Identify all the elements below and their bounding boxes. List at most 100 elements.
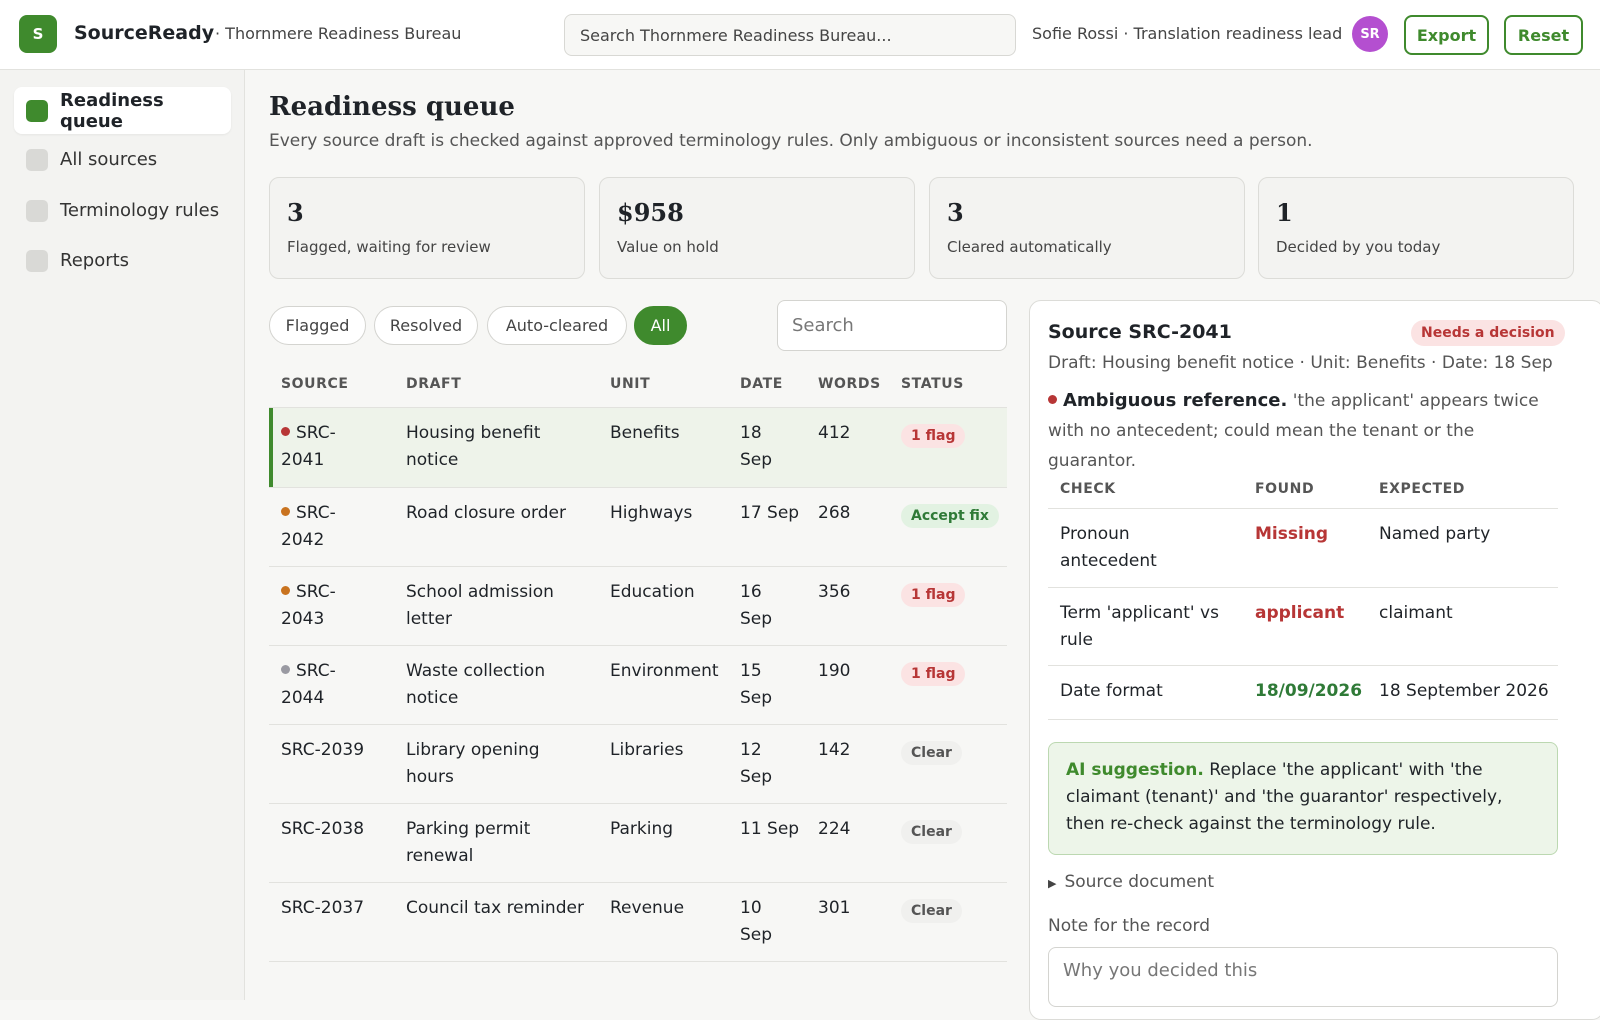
table-row[interactable]: SRC- 2044 Waste collection notice Environmen…: [269, 646, 1007, 725]
check-found: 18/09/2026: [1255, 681, 1363, 701]
column-header-status[interactable]: STATUS: [901, 376, 964, 392]
status-badge: Clear: [901, 820, 962, 844]
cell-words: 356: [818, 579, 888, 606]
filter-chip-resolved[interactable]: Resolved: [374, 306, 478, 345]
column-header-source[interactable]: SOURCE: [281, 376, 349, 392]
source-id: SRC-2038: [281, 819, 365, 839]
table-search-input[interactable]: [777, 300, 1007, 351]
check-found: applicant: [1255, 603, 1345, 623]
stat-card-cleared: 3 Cleared automatically: [929, 177, 1245, 279]
check-name: Term 'applicant' vs rule: [1060, 600, 1245, 654]
check-row: Term 'applicant' vs rule applicant claimant: [1048, 588, 1558, 666]
global-search-input[interactable]: [564, 14, 1016, 56]
detail-meta: Draft: Housing benefit notice · Unit: Be…: [1048, 353, 1553, 373]
source-id-suffix: 2044: [281, 688, 325, 708]
severity-dot-icon: [1048, 394, 1057, 404]
source-document-toggle[interactable]: ▶ Source document: [1048, 872, 1214, 892]
table-row[interactable]: SRC- 2042 Road closure order Highways 17 Sep…: [269, 488, 1007, 567]
cell-draft-text: notice: [406, 450, 459, 470]
cell-draft: Waste collection notice: [406, 658, 606, 712]
cell-draft-text: Parking permit: [406, 819, 531, 839]
sidebar-item-reports[interactable]: Reports: [14, 237, 231, 284]
cell-source: SRC- 2044: [281, 658, 396, 712]
cell-words: 301: [818, 895, 888, 922]
cell-unit: Revenue: [610, 895, 735, 922]
table-row[interactable]: SRC-2038 Parking permit renewal Parking 11 S…: [269, 804, 1007, 883]
table-header: SOURCE DRAFT UNIT DATE WORDS STATUS: [269, 370, 1007, 408]
cell-words: 412: [818, 420, 888, 447]
check-name: Pronoun antecedent: [1060, 521, 1245, 575]
status-badge: 1 flag: [901, 583, 966, 607]
cell-date: 16 Sep: [740, 579, 815, 633]
source-id: SRC-: [296, 661, 336, 681]
cell-unit: Environment: [610, 658, 735, 685]
cell-date-text: 10: [740, 898, 762, 918]
cell-draft: Road closure order: [406, 500, 606, 527]
note-input[interactable]: [1048, 947, 1558, 1007]
check-name-text: Date format: [1060, 681, 1163, 701]
cell-unit-text: Parking: [610, 819, 674, 839]
issue-description: Ambiguous reference. 'the applicant' app…: [1048, 386, 1558, 476]
stat-card-decided: 1 Decided by you today: [1258, 177, 1574, 279]
check-name-text: rule: [1060, 630, 1093, 650]
sidebar-item-all-sources[interactable]: All sources: [14, 136, 231, 183]
check-found: Missing: [1255, 524, 1329, 544]
cell-date-text: Sep: [740, 609, 773, 629]
cell-draft: Parking permit renewal: [406, 816, 606, 870]
source-id-suffix: 2041: [281, 450, 325, 470]
check-row: Pronoun antecedent Missing Named party: [1048, 509, 1558, 588]
sidebar-item-readiness-queue[interactable]: Readiness queue: [14, 87, 231, 134]
source-id: SRC-2039: [281, 740, 365, 760]
sidebar-item-terminology-rules[interactable]: Terminology rules: [14, 187, 231, 234]
cell-draft: School admission letter: [406, 579, 606, 633]
cell-draft: Council tax reminder: [406, 895, 606, 922]
app-name: SourceReady: [74, 22, 215, 44]
filter-chip-flagged[interactable]: Flagged: [269, 306, 366, 345]
avatar[interactable]: SR: [1352, 16, 1388, 52]
check-name: Date format: [1060, 678, 1245, 705]
cell-draft-text: School admission: [406, 582, 554, 602]
stat-label: Flagged, waiting for review: [287, 238, 491, 256]
column-header-draft[interactable]: DRAFT: [406, 376, 461, 392]
check-name-text: antecedent: [1060, 551, 1157, 571]
source-document-label: Source document: [1064, 872, 1215, 892]
filter-chip-auto-cleared[interactable]: Auto-cleared: [487, 306, 627, 345]
check-name-text: Term 'applicant' vs: [1060, 603, 1219, 623]
checks-header: CHECK FOUND EXPECTED: [1048, 469, 1558, 509]
export-button[interactable]: Export: [1404, 15, 1489, 55]
stat-value: 3: [287, 198, 304, 227]
cell-source: SRC- 2043: [281, 579, 396, 633]
cell-words-text: 190: [818, 661, 851, 681]
cell-source: SRC- 2042: [281, 500, 396, 554]
column-header-date[interactable]: DATE: [740, 376, 783, 392]
cell-draft-text: Road closure order: [406, 503, 566, 523]
cell-date-text: 18: [740, 423, 762, 443]
checks-header-check: CHECK: [1060, 481, 1116, 497]
source-id: SRC-: [296, 423, 336, 443]
reset-button[interactable]: Reset: [1504, 15, 1583, 55]
stat-label: Value on hold: [617, 238, 719, 256]
stat-value: $958: [617, 198, 684, 227]
app-logo[interactable]: S: [19, 15, 57, 53]
cell-unit-text: Libraries: [610, 740, 684, 760]
table-row[interactable]: SRC- 2041 Housing benefit notice Benefits 18 S…: [269, 408, 1007, 488]
cell-source: SRC-2039: [281, 737, 396, 764]
cell-words: 190: [818, 658, 888, 685]
check-expected: Named party: [1379, 524, 1491, 544]
cell-words-text: 412: [818, 423, 851, 443]
cell-date: 11 Sep: [740, 816, 815, 843]
column-header-unit[interactable]: UNIT: [610, 376, 650, 392]
table-row[interactable]: SRC-2039 Library opening hours Libraries 12 S…: [269, 725, 1007, 804]
column-header-words[interactable]: WORDS: [818, 376, 881, 392]
table-row[interactable]: SRC-2037 Council tax reminder Revenue 10 Sep…: [269, 883, 1007, 962]
status-badge: 1 flag: [901, 662, 966, 686]
cell-words-text: 224: [818, 819, 851, 839]
detail-title: Source SRC-2041: [1048, 321, 1232, 343]
cell-date-text: 12: [740, 740, 762, 760]
filter-chip-all[interactable]: All: [634, 306, 687, 345]
status-badge: Clear: [901, 899, 962, 923]
status-badge: Needs a decision: [1411, 320, 1565, 346]
cell-date: 17 Sep: [740, 500, 815, 527]
cell-date-text: Sep: [740, 450, 773, 470]
table-row[interactable]: SRC- 2043 School admission letter Education 1…: [269, 567, 1007, 646]
